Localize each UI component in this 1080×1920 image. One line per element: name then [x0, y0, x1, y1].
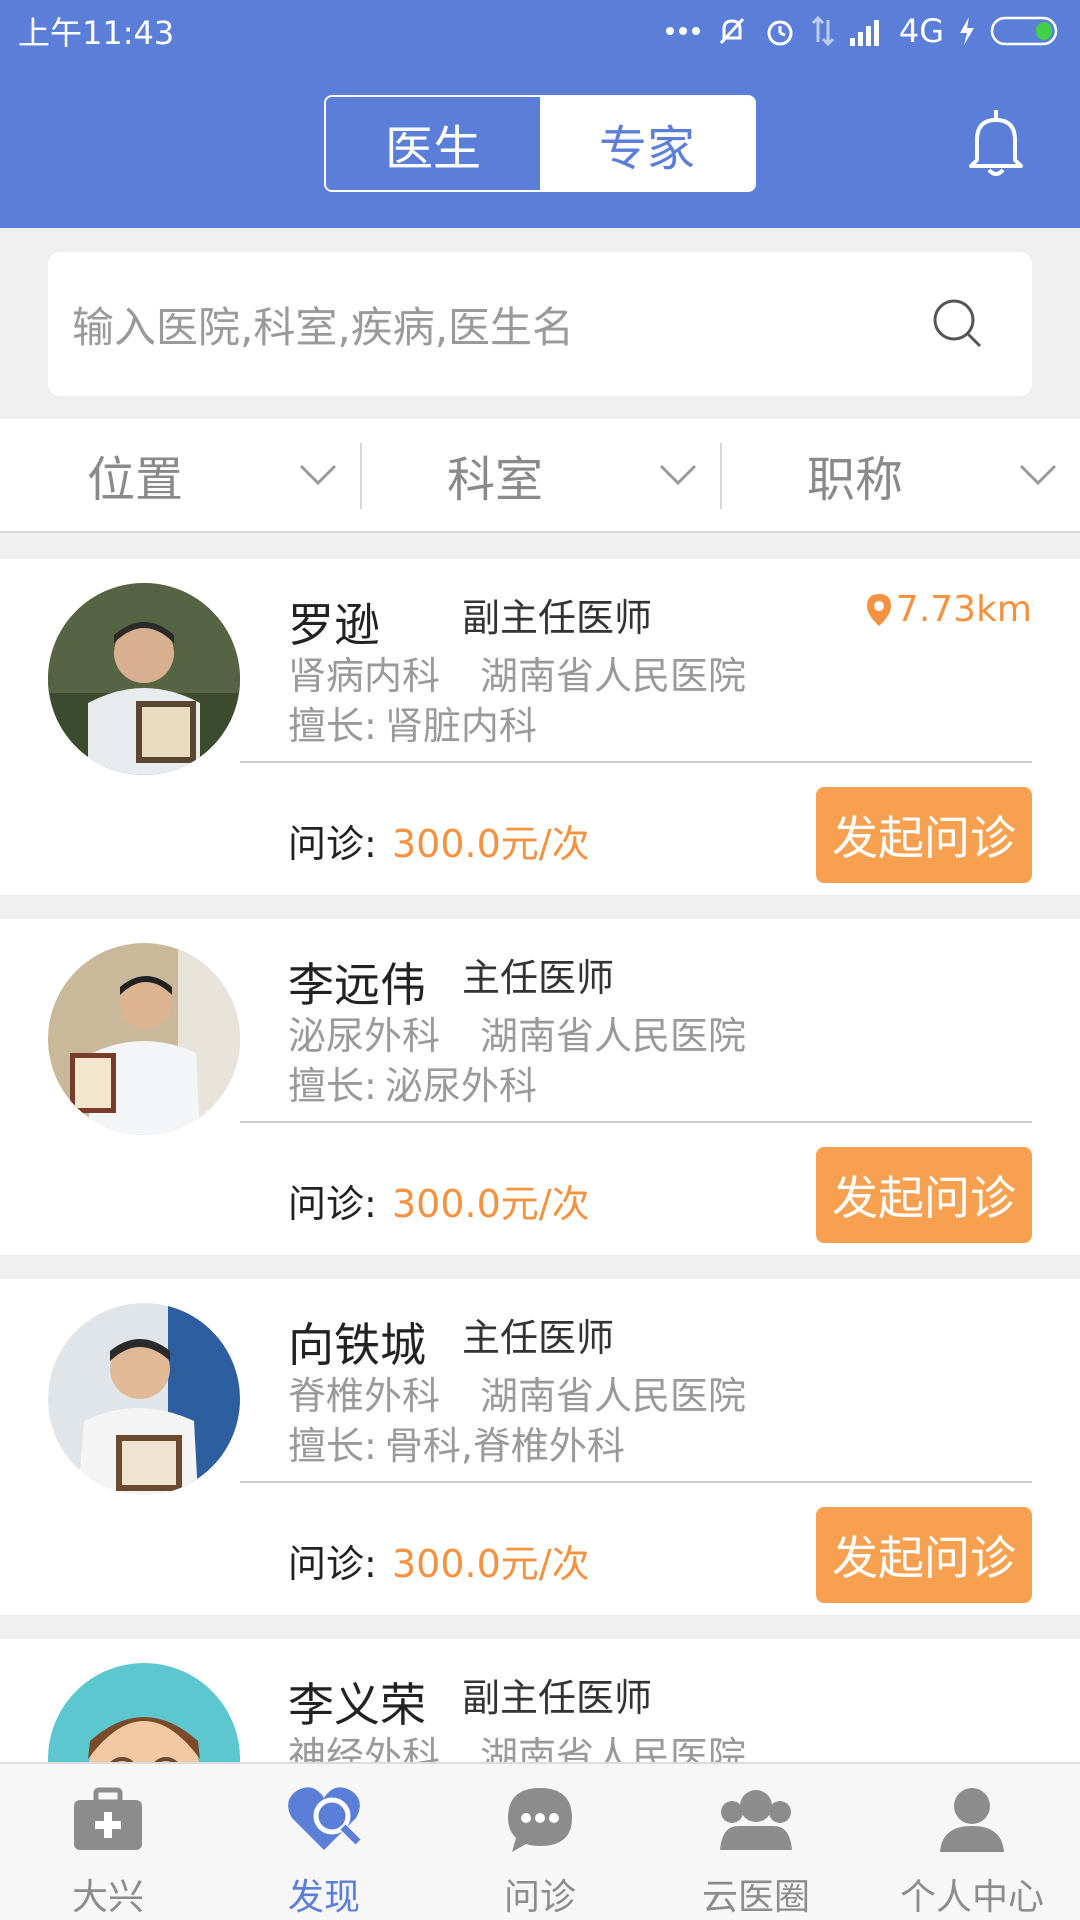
nav-label: 问诊: [503, 1877, 576, 1918]
specialty-value: 骨科,脊椎外科: [384, 1424, 625, 1468]
chat-icon: [508, 1788, 572, 1852]
filter-label: 位置: [86, 452, 183, 508]
start-consultation-button[interactable]: 发起问诊: [816, 787, 1032, 883]
specialty: 擅长: 泌尿外科: [288, 1055, 537, 1110]
filter-label: 科室: [446, 452, 543, 508]
charging-icon: [958, 16, 976, 46]
nav-label: 发现: [287, 1877, 360, 1918]
doctor-title: 主任医师: [462, 1316, 615, 1360]
doctor-card[interactable]: 向铁城 主任医师 脊椎外科 湖南省人民医院 擅长: 骨科,脊椎外科 问诊: 300…: [0, 1279, 1080, 1615]
specialty-label: 擅长:: [288, 704, 377, 748]
nav-consultation[interactable]: 问诊: [432, 1764, 648, 1920]
search-icon[interactable]: [930, 296, 986, 352]
doctor-card[interactable]: 罗逊 副主任医师 7.73km 肾病内科 湖南省人民医院 擅长: 肾脏内科 问诊:…: [0, 559, 1080, 895]
hospital: 湖南省人民医院: [480, 654, 747, 698]
fee-value: 300.0元/次: [392, 822, 590, 866]
status-bar: 上午11:43 4G: [0, 0, 1080, 62]
department: 泌尿外科: [288, 1014, 441, 1058]
doctor-avatar: [48, 583, 240, 775]
fee-value: 300.0元/次: [392, 1542, 590, 1586]
signal-icon: [849, 16, 885, 46]
nav-label: 个人中心: [899, 1877, 1044, 1918]
discover-icon: [288, 1787, 361, 1850]
search-placeholder: 输入医院,科室,疾病,医生名: [72, 302, 575, 352]
specialty-label: 擅长:: [288, 1064, 377, 1108]
chevron-down-icon: [659, 464, 697, 486]
doctor-title: 主任医师: [462, 956, 615, 1000]
fee-label: 问诊:: [288, 1182, 377, 1226]
start-consultation-button[interactable]: 发起问诊: [816, 1507, 1032, 1603]
start-consultation-button[interactable]: 发起问诊: [816, 1147, 1032, 1243]
nav-cloud-circle[interactable]: 云医圈: [648, 1764, 864, 1920]
department: 脊椎外科: [288, 1374, 441, 1418]
divider: [240, 761, 1032, 763]
specialty-value: 肾脏内科: [384, 704, 537, 748]
mute-icon: [715, 14, 749, 48]
chevron-down-icon: [299, 464, 337, 486]
doctor-avatar: [48, 1303, 240, 1495]
specialty-label: 擅长:: [288, 1424, 377, 1468]
tab-expert[interactable]: 专家: [540, 97, 754, 190]
group-icon: [720, 1790, 792, 1850]
more-dots-icon: [665, 25, 701, 37]
fee-label: 问诊:: [288, 1542, 377, 1586]
nav-label: 云医圈: [701, 1877, 810, 1918]
user-icon: [940, 1788, 1004, 1852]
nav-label: 大兴: [71, 1877, 144, 1918]
battery-icon: [990, 16, 1062, 46]
hospital: 湖南省人民医院: [480, 1014, 747, 1058]
filter-department[interactable]: 科室: [360, 419, 720, 531]
nav-daxing[interactable]: 大兴: [0, 1764, 216, 1920]
location-pin-icon: [866, 593, 891, 626]
specialty: 擅长: 骨科,脊椎外科: [288, 1415, 625, 1470]
status-icons: 4G: [665, 12, 1062, 50]
medkit-icon: [74, 1787, 142, 1850]
distance-value: 7.73km: [895, 589, 1032, 630]
alarm-icon: [763, 14, 797, 48]
doctor-avatar: [48, 943, 240, 1135]
filter-label: 职称: [806, 452, 903, 508]
status-time: 上午11:43: [18, 14, 175, 52]
fee-value: 300.0元/次: [392, 1182, 590, 1226]
doctor-title: 副主任医师: [462, 596, 653, 640]
department: 肾病内科: [288, 654, 441, 698]
network-type: 4G: [898, 12, 944, 50]
bottom-nav: 大兴 发现 问诊 云医圈 个人中心: [0, 1762, 1080, 1920]
hospital: 湖南省人民医院: [480, 1374, 747, 1418]
doctor-card[interactable]: 李远伟 主任医师 泌尿外科 湖南省人民医院 擅长: 泌尿外科 问诊: 300.0元…: [0, 919, 1080, 1255]
divider: [240, 1121, 1032, 1123]
header: 上午11:43 4G 医生 专家: [0, 0, 1080, 228]
divider: [240, 1481, 1032, 1483]
tab-doctor[interactable]: 医生: [326, 97, 540, 190]
nav-profile[interactable]: 个人中心: [864, 1764, 1080, 1920]
doctor-type-toggle: 医生 专家: [324, 95, 756, 192]
distance: 7.73km: [866, 589, 1032, 630]
data-transfer-icon: [811, 14, 835, 48]
chevron-down-icon: [1019, 464, 1057, 486]
bell-icon[interactable]: [965, 108, 1027, 180]
doctor-title: 副主任医师: [462, 1676, 653, 1720]
filter-location[interactable]: 位置: [0, 419, 360, 531]
filter-bar: 位置 科室 职称: [0, 419, 1080, 533]
filter-title[interactable]: 职称: [720, 419, 1080, 531]
nav-discover[interactable]: 发现: [216, 1764, 432, 1920]
search-input[interactable]: 输入医院,科室,疾病,医生名: [48, 252, 1032, 396]
fee-label: 问诊:: [288, 822, 377, 866]
search-section: 输入医院,科室,疾病,医生名: [0, 228, 1080, 418]
doctor-list: 罗逊 副主任医师 7.73km 肾病内科 湖南省人民医院 擅长: 肾脏内科 问诊:…: [0, 559, 1080, 1920]
specialty: 擅长: 肾脏内科: [288, 695, 537, 750]
app-root: 上午11:43 4G 医生 专家 输入医院,科室,疾病,医生名 位置 科室 职称…: [0, 0, 1080, 1920]
specialty-value: 泌尿外科: [384, 1064, 537, 1108]
